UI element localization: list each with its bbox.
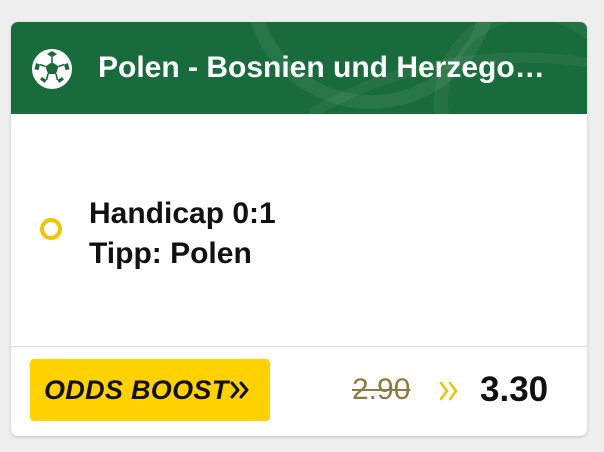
tip-label: Tipp: Polen xyxy=(89,237,252,270)
odds-boost-label: ODDS BOOST xyxy=(44,375,229,405)
odds-boost-button[interactable]: ODDS BOOST xyxy=(30,359,270,421)
event-title: Polen - Bosnien und Herzegowina xyxy=(98,51,568,84)
selection-radio[interactable] xyxy=(40,218,62,240)
event-header: Polen - Bosnien und Herzegowina xyxy=(11,22,587,114)
odds-boost-card: Polen - Bosnien und Herzegowina Handicap… xyxy=(11,22,587,436)
old-odds: 2.90 xyxy=(352,373,411,406)
boosted-odds[interactable]: 3.30 xyxy=(480,369,548,411)
odds-footer: ODDS BOOST 2.90 3.30 xyxy=(11,347,587,436)
double-chevron-right-icon xyxy=(230,381,249,399)
market-label: Handicap 0:1 xyxy=(89,197,276,230)
soccer-ball-icon xyxy=(32,49,72,89)
double-chevron-right-icon xyxy=(439,381,458,401)
bet-selection: Handicap 0:1 Tipp: Polen xyxy=(11,114,587,346)
